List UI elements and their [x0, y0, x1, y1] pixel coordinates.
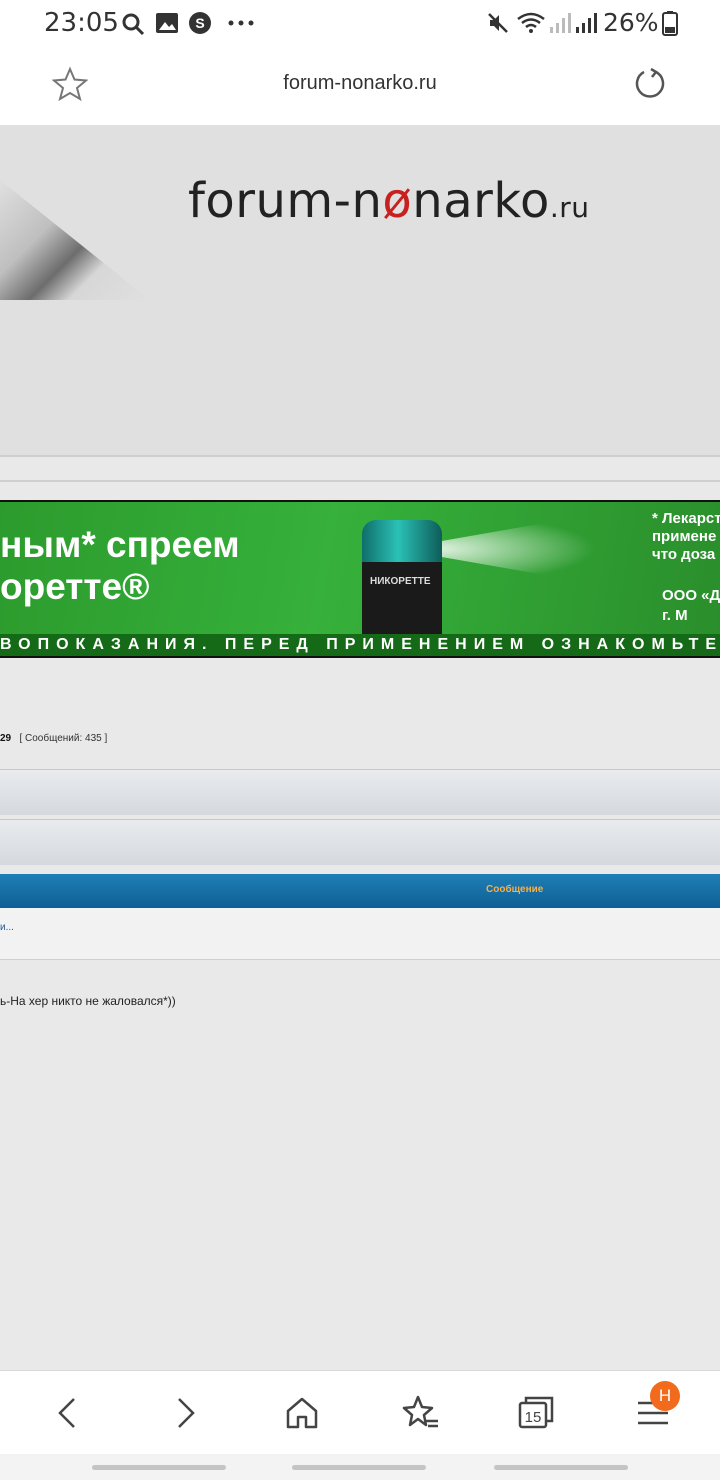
image-icon	[156, 13, 178, 33]
browser-bottom-nav: 15	[0, 1370, 720, 1454]
wifi-icon	[517, 12, 545, 33]
banner-disclaimer: * Лекарст применe что доза	[652, 510, 720, 563]
table-header: Сообщение	[0, 874, 720, 908]
post-meta: 29 [ Сообщений: 435 ]	[0, 733, 108, 744]
more-icon	[228, 20, 254, 26]
banner-company: ООО «Д г. М	[662, 587, 720, 624]
spray-can-image: НИКОРЕТТЕ	[362, 520, 442, 640]
header-decoration	[0, 180, 150, 300]
back-icon[interactable]	[46, 1391, 90, 1435]
bookmarks-icon[interactable]	[398, 1391, 442, 1435]
forward-icon[interactable]	[163, 1391, 207, 1435]
tabs-icon[interactable]: 15	[514, 1391, 558, 1435]
site-header: forum-nønarko.ru	[0, 125, 720, 455]
banner-warning-strip: ВОПОКАЗАНИЯ. ПЕРЕД ПРИМЕНЕНИЕМ ОЗНАКОМЬТ…	[0, 634, 720, 656]
battery-icon	[662, 11, 678, 36]
status-bar: 23:05 S 26%	[0, 0, 720, 48]
banner-brand: оретте®	[0, 566, 150, 607]
svg-text:15: 15	[525, 1409, 542, 1426]
signal-icon	[576, 13, 597, 33]
url-field[interactable]: forum-nonarko.ru	[0, 72, 720, 95]
web-page: forum-nønarko.ru НИКОРЕТТЕ ным* спреем о…	[0, 125, 720, 1370]
reload-icon[interactable]	[632, 66, 668, 102]
post-link[interactable]: и...	[0, 922, 14, 933]
toolbar-bar	[0, 819, 720, 865]
gesture-bar	[0, 1454, 720, 1480]
home-icon[interactable]	[280, 1391, 324, 1435]
divider	[0, 480, 720, 482]
status-time: 23:05	[44, 8, 119, 38]
banner-headline: ным* спреем	[0, 524, 240, 565]
gesture-handle[interactable]	[92, 1465, 226, 1470]
column-header-message: Сообщение	[486, 884, 544, 895]
mute-icon	[488, 13, 508, 33]
skype-icon: S	[189, 12, 211, 34]
notification-badge: H	[650, 1381, 680, 1411]
spray-graphic	[436, 514, 596, 584]
svg-text:S: S	[195, 15, 204, 31]
post-header-row: и...	[0, 908, 720, 960]
ad-banner[interactable]: НИКОРЕТТЕ ным* спреем оретте® * Лекарст …	[0, 500, 720, 658]
gesture-handle[interactable]	[494, 1465, 628, 1470]
battery-percent: 26%	[603, 8, 659, 37]
post-text: ь-На хер никто не жаловался*))	[0, 994, 176, 1008]
gesture-handle[interactable]	[292, 1465, 426, 1470]
toolbar-bar	[0, 769, 720, 815]
signal-icon	[550, 13, 571, 33]
search-icon	[122, 13, 145, 36]
address-bar: forum-nonarko.ru	[0, 48, 720, 125]
divider	[0, 455, 720, 457]
site-logo[interactable]: forum-nønarko.ru	[188, 173, 590, 229]
